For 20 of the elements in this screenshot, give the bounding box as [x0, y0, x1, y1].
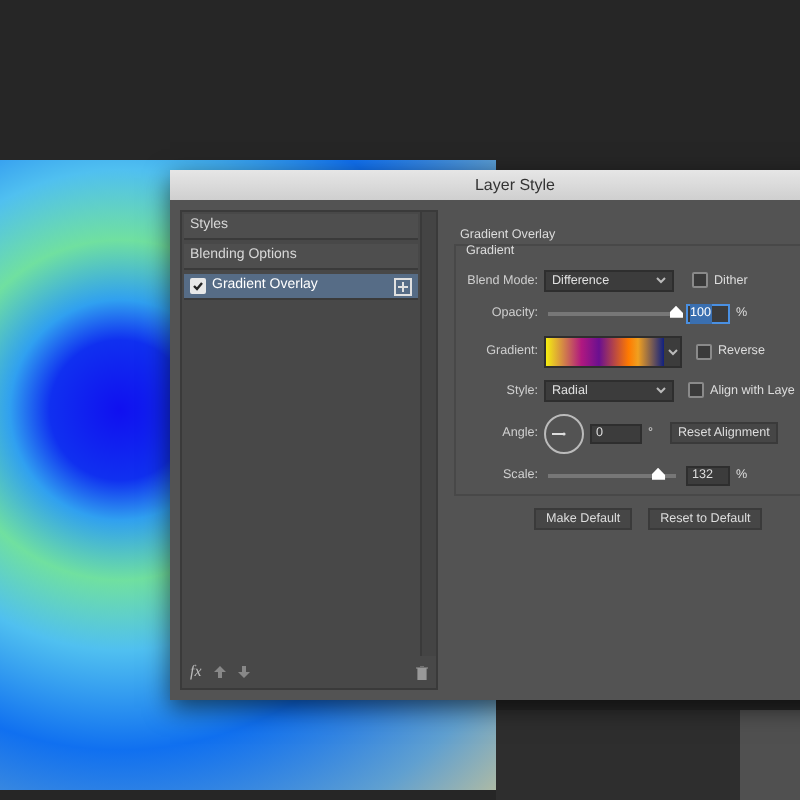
trash-icon[interactable] [416, 665, 428, 679]
gradient-picker[interactable] [544, 335, 682, 368]
checkbox[interactable] [696, 343, 712, 360]
angle-dial[interactable] [544, 413, 584, 454]
slider-thumb[interactable] [669, 305, 683, 318]
slider-thumb[interactable] [651, 467, 666, 480]
canvas-area [740, 710, 800, 800]
checkbox[interactable] [692, 272, 708, 289]
scrollbar[interactable] [420, 212, 436, 656]
window-title: Layer Style [474, 173, 556, 197]
slider-track[interactable] [548, 473, 676, 478]
chevron-icon [656, 276, 666, 285]
gradient-swatch[interactable] [546, 337, 664, 366]
chevron-icon [656, 386, 666, 395]
fx-label[interactable]: fx [190, 660, 202, 684]
add-icon[interactable] [394, 277, 412, 295]
chevron-icon [667, 347, 677, 356]
down-arrow-icon[interactable] [237, 666, 250, 678]
checkbox[interactable] [688, 382, 704, 399]
up-arrow-icon[interactable] [213, 666, 226, 678]
